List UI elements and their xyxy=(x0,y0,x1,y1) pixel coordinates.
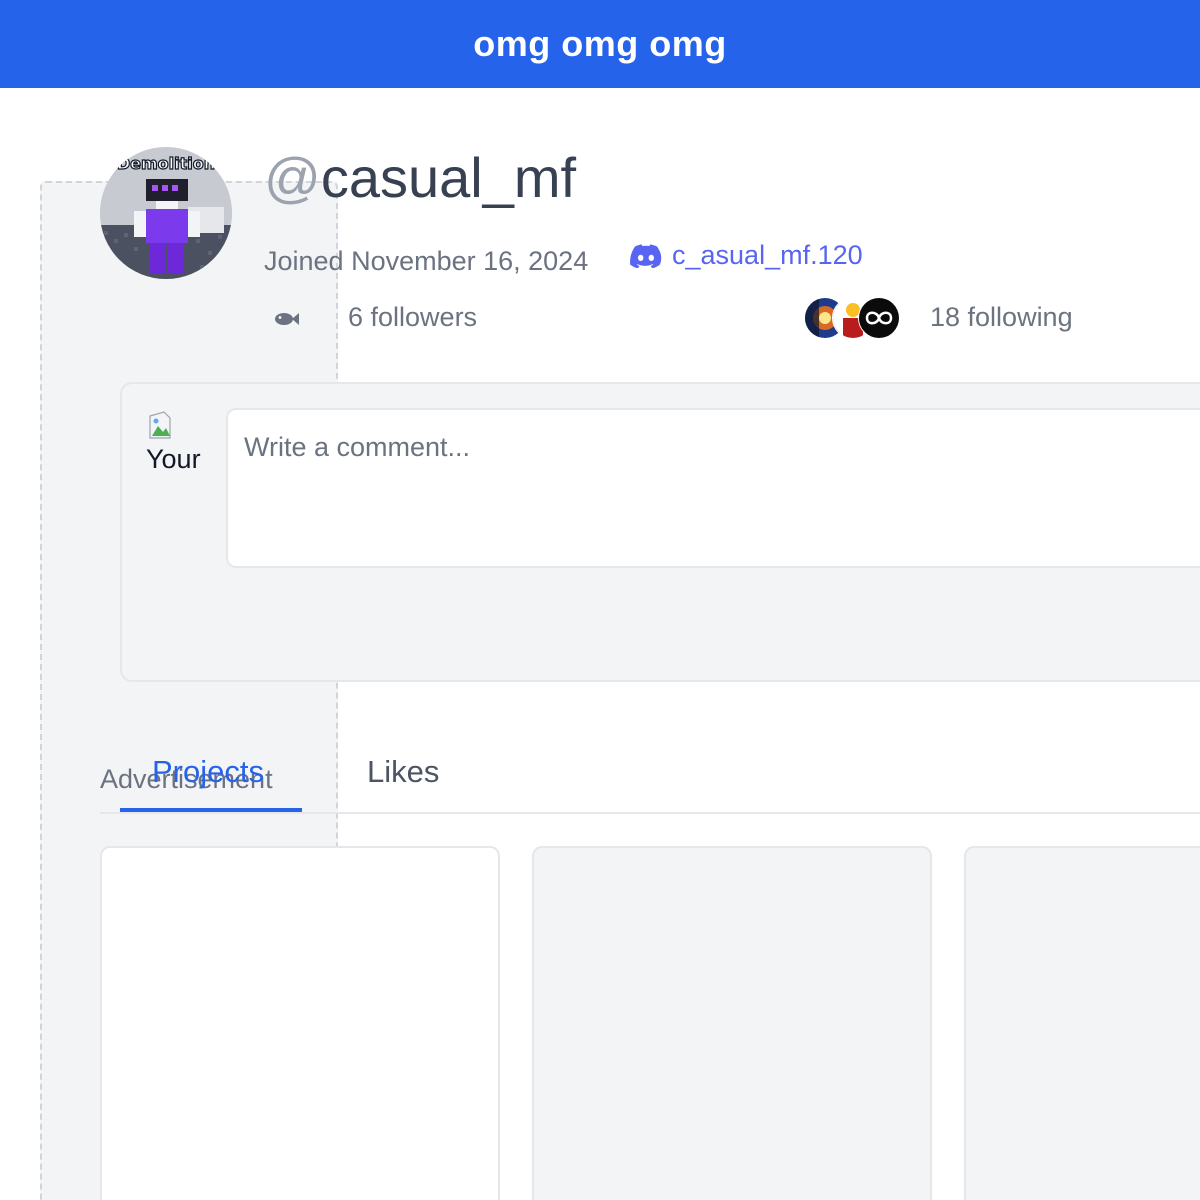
your-avatar-alt: Your xyxy=(146,444,201,472)
followers-count[interactable]: 6 followers xyxy=(348,302,477,333)
project-card[interactable] xyxy=(964,846,1200,1200)
following-avatar[interactable] xyxy=(858,297,900,339)
discord-icon xyxy=(630,243,662,268)
profile-username: @casual_mf xyxy=(264,145,576,210)
username-text: casual_mf xyxy=(320,146,577,209)
banner-text: omg omg omg xyxy=(473,23,727,64)
following-avatars[interactable] xyxy=(804,297,900,339)
fish-icon xyxy=(275,313,299,325)
tab-projects[interactable]: Projects xyxy=(152,754,264,790)
following-count[interactable]: 18 following xyxy=(930,302,1073,333)
your-avatar: Your xyxy=(146,408,208,472)
profile-page: omg omg omg Demolition @casual_mf Joined… xyxy=(0,0,1200,1200)
tab-likes[interactable]: Likes xyxy=(367,754,439,790)
project-card[interactable] xyxy=(100,846,500,1200)
discord-link[interactable]: c_asual_mf.120 xyxy=(630,240,863,271)
username-prefix: @ xyxy=(264,146,321,209)
profile-avatar: Demolition xyxy=(100,147,232,279)
comment-input[interactable] xyxy=(226,408,1200,568)
avatar-caption: Demolition xyxy=(117,154,215,173)
join-date: Joined November 16, 2024 xyxy=(264,246,589,276)
active-tab-indicator xyxy=(120,808,302,812)
broken-image-icon xyxy=(149,411,171,439)
project-card[interactable] xyxy=(532,846,932,1200)
tabs-divider xyxy=(100,812,1200,814)
announcement-banner: omg omg omg xyxy=(0,0,1200,88)
discord-handle: c_asual_mf.120 xyxy=(672,240,863,270)
